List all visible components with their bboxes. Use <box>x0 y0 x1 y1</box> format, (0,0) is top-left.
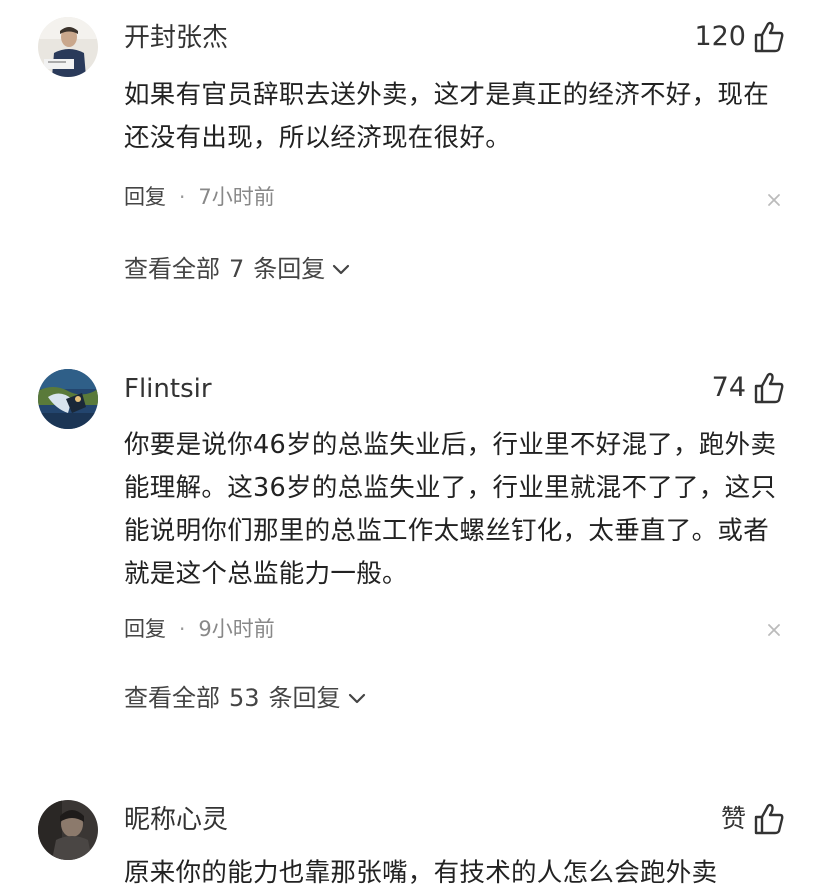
comment-text: 原来你的能力也靠那张嘴，有技术的人怎么会跑外卖 <box>124 858 718 888</box>
reply-count: 53 <box>229 684 260 712</box>
like-button[interactable]: 74 <box>712 371 784 405</box>
like-button[interactable]: 120 <box>694 20 784 54</box>
timestamp: 9小时前 <box>198 617 275 641</box>
thumbs-up-icon <box>754 803 784 835</box>
comment-meta: 回复 · 9小时前 <box>124 614 275 644</box>
chevron-down-icon <box>333 264 350 275</box>
like-count: 74 <box>711 372 746 403</box>
reply-button[interactable]: 回复 <box>124 182 166 212</box>
separator: · <box>179 617 186 641</box>
view-all-label: 查看全部 <box>124 684 220 712</box>
thumbs-up-icon <box>754 21 784 53</box>
separator: · <box>179 185 186 209</box>
dark-portrait-avatar <box>38 800 98 860</box>
view-all-replies-button[interactable]: 查看全部 53 条回复 <box>124 681 367 715</box>
close-icon[interactable] <box>766 192 782 208</box>
avatar[interactable] <box>38 17 98 77</box>
avatar[interactable] <box>38 369 98 429</box>
person-photo-avatar <box>38 17 98 77</box>
view-all-suffix: 条回复 <box>268 684 341 712</box>
comment-text: 你要是说你46岁的总监失业后，行业里不好混了，跑外卖能理解。这36岁的总监失业了… <box>124 430 777 589</box>
like-count: 120 <box>694 21 746 52</box>
blue-scene-avatar <box>38 369 98 429</box>
reply-button[interactable]: 回复 <box>124 614 166 644</box>
username[interactable]: 昵称心灵 <box>124 803 228 837</box>
avatar[interactable] <box>38 800 98 860</box>
close-icon[interactable] <box>766 622 782 638</box>
username[interactable]: Flintsir <box>124 372 212 406</box>
comment-text: 如果有官员辞职去送外卖，这才是真正的经济不好，现在还没有出现，所以经济现在很好。 <box>124 80 770 153</box>
username[interactable]: 开封张杰 <box>124 21 228 55</box>
comment-meta: 回复 · 7小时前 <box>124 182 275 212</box>
like-button[interactable]: 赞 <box>721 802 784 836</box>
reply-count: 7 <box>229 255 245 283</box>
chevron-down-icon <box>348 693 365 704</box>
view-all-suffix: 条回复 <box>253 255 326 283</box>
like-label: 赞 <box>720 804 746 833</box>
view-all-label: 查看全部 <box>124 255 220 283</box>
timestamp: 7小时前 <box>198 185 275 209</box>
view-all-replies-button[interactable]: 查看全部 7 条回复 <box>124 252 351 286</box>
thumbs-up-icon <box>754 372 784 404</box>
